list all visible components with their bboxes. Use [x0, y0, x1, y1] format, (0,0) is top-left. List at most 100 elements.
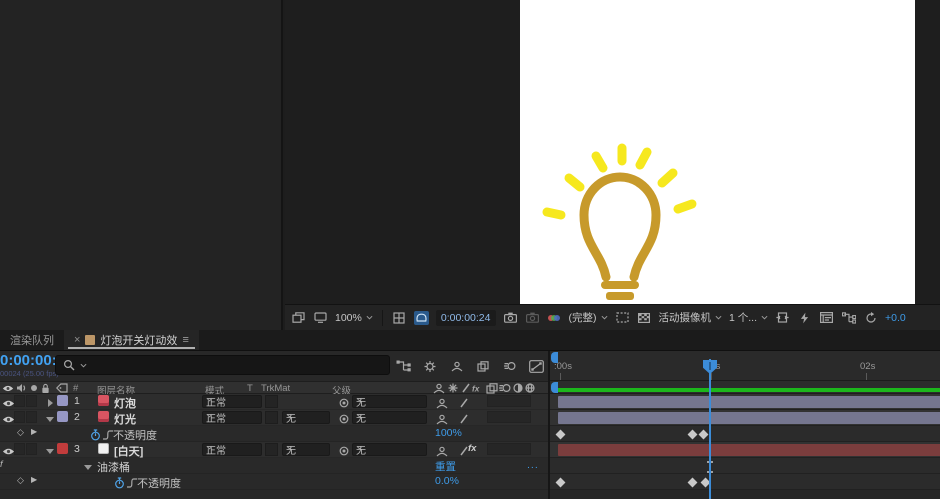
panel-menu-icon[interactable]: ≡	[182, 334, 188, 346]
pixel-aspect-correction-icon[interactable]	[775, 311, 790, 325]
multi-view-icon[interactable]	[291, 311, 306, 325]
trkmat-dropdown[interactable]: 无	[282, 411, 330, 425]
label-color-box[interactable]	[57, 411, 68, 422]
exposure-value[interactable]: +0.0	[885, 312, 906, 324]
show-snapshot-icon[interactable]	[525, 311, 540, 325]
lock-column-icon[interactable]	[39, 382, 51, 394]
fx-badge[interactable]: f	[0, 459, 3, 470]
video-column-icon[interactable]	[2, 382, 14, 394]
composition-flowchart-icon[interactable]	[841, 311, 856, 325]
switch-cells[interactable]	[487, 411, 531, 423]
layer-duration-bar[interactable]	[558, 444, 940, 456]
motion-blur-icon[interactable]	[501, 358, 519, 374]
snapshot-camera-icon[interactable]	[503, 311, 518, 325]
layer-row-3[interactable]: 3 [白天] 正常 无 无 fx	[0, 442, 548, 458]
keyframe-diamond-icon[interactable]	[555, 477, 566, 487]
quality-icon[interactable]	[460, 382, 472, 394]
effect-options-link[interactable]: ...	[527, 459, 539, 471]
primary-viewer-icon[interactable]	[313, 311, 328, 325]
label-color-box[interactable]	[57, 443, 68, 454]
opacity-value[interactable]: 100%	[435, 427, 462, 439]
audio-cell[interactable]	[14, 443, 25, 455]
region-of-interest-icon[interactable]	[615, 311, 630, 325]
blend-mode-dropdown[interactable]: 正常	[202, 395, 262, 409]
preview-time[interactable]: 0:00:00:24	[435, 309, 496, 326]
close-tab-icon[interactable]: ×	[74, 334, 80, 346]
frame-blend-icon[interactable]	[486, 382, 498, 394]
preserve-transparency-cell[interactable]	[265, 411, 278, 424]
pick-whip-icon[interactable]	[336, 412, 351, 426]
blend-mode-dropdown[interactable]: 正常	[202, 411, 262, 425]
property-row-opacity[interactable]: ◇ ▶ 不透明度 100%	[0, 426, 548, 442]
mini-flowchart-icon[interactable]	[394, 358, 412, 374]
property-name[interactable]: 不透明度	[137, 475, 181, 491]
keyframe-navigator-diamond[interactable]: ◇	[17, 427, 24, 438]
property-row-opacity-2[interactable]: ◇ ▶ 不透明度 0.0%	[0, 474, 548, 490]
fx-switch[interactable]: fx	[468, 443, 476, 454]
effect-row-paint-bucket[interactable]: f 油漆桶 重置 ...	[0, 458, 548, 474]
timeline-button-icon[interactable]	[819, 311, 834, 325]
keyframe-navigator-diamond[interactable]: ◇	[17, 475, 24, 486]
effect-name[interactable]: 油漆桶	[97, 459, 130, 475]
preserve-transparency-cell[interactable]	[265, 395, 278, 408]
shy-icon[interactable]	[433, 382, 445, 394]
collapse-arrow-icon[interactable]	[80, 460, 95, 474]
grid-guides-icon[interactable]	[392, 311, 407, 325]
lock-cell[interactable]	[26, 395, 37, 407]
motion-blur-icon[interactable]	[499, 382, 511, 394]
tab-composition[interactable]: × 灯泡开关灯动效 ≡	[64, 330, 199, 350]
property-name[interactable]: 不透明度	[113, 427, 157, 443]
adjustment-layer-icon[interactable]	[512, 382, 524, 394]
col-t[interactable]: T	[247, 383, 253, 394]
playhead-line[interactable]	[709, 359, 711, 499]
view-layout-dropdown[interactable]: 1 个...	[729, 310, 768, 325]
keyframe-navigator-next[interactable]: ▶	[31, 427, 37, 436]
layer-name[interactable]: 灯光	[114, 411, 136, 427]
keyframe-diamond-icon[interactable]	[555, 429, 566, 439]
show-channels-icon[interactable]	[547, 311, 562, 325]
parent-dropdown[interactable]: 无	[352, 411, 427, 425]
layer-duration-bar[interactable]	[558, 396, 940, 408]
fx-icon[interactable]: fx	[472, 382, 484, 394]
pick-whip-icon[interactable]	[336, 444, 351, 458]
shy-switch-icon[interactable]	[434, 412, 449, 426]
keyframe-diamond-icon[interactable]	[698, 429, 709, 439]
blend-mode-dropdown[interactable]: 正常	[202, 443, 262, 457]
collapse-transformations-icon[interactable]	[447, 382, 459, 394]
quality-switch-icon[interactable]	[456, 396, 471, 410]
shy-switch-icon[interactable]	[434, 444, 449, 458]
label-column-icon[interactable]	[56, 382, 68, 394]
fast-preview-icon[interactable]	[797, 311, 812, 325]
graph-editor-icon[interactable]	[528, 358, 546, 374]
keyframe-diamond-icon[interactable]	[687, 477, 698, 487]
work-area-start-handle-2[interactable]	[551, 382, 558, 393]
preserve-transparency-cell[interactable]	[265, 443, 278, 456]
3d-layer-icon[interactable]	[524, 382, 536, 394]
trkmat-dropdown[interactable]: 无	[282, 443, 330, 457]
col-trkmat[interactable]: TrkMat	[261, 383, 290, 394]
opacity-value[interactable]: 0.0%	[435, 475, 459, 487]
parent-dropdown[interactable]: 无	[352, 443, 427, 457]
frame-blending-icon[interactable]	[474, 358, 492, 374]
reset-link[interactable]: 重置	[435, 459, 456, 474]
switch-cells[interactable]	[487, 443, 531, 455]
shy-layers-icon[interactable]	[448, 358, 466, 374]
resolution-dropdown[interactable]: (完整)	[569, 310, 608, 325]
lock-cell[interactable]	[26, 443, 37, 455]
layer-name[interactable]: 灯泡	[114, 395, 136, 411]
reset-exposure-icon[interactable]	[863, 311, 878, 325]
pick-whip-icon[interactable]	[336, 396, 351, 410]
3d-view-dropdown[interactable]: 活动摄像机	[659, 310, 723, 325]
layer-row-1[interactable]: 1 灯泡 正常 无	[0, 394, 548, 410]
label-color-box[interactable]	[57, 395, 68, 406]
expand-arrow-icon[interactable]	[45, 396, 54, 410]
keyframe-diamond-icon[interactable]	[687, 429, 698, 439]
composition-canvas[interactable]	[520, 0, 915, 304]
shy-switch-icon[interactable]	[434, 396, 449, 410]
tab-render-queue[interactable]: 渲染队列	[0, 330, 64, 350]
layer-name[interactable]: [白天]	[114, 443, 143, 459]
transparency-grid-icon[interactable]	[637, 311, 652, 325]
parent-dropdown[interactable]: 无	[352, 395, 427, 409]
collapse-arrow-icon[interactable]	[45, 444, 54, 458]
mask-path-visibility-icon[interactable]	[413, 310, 429, 325]
